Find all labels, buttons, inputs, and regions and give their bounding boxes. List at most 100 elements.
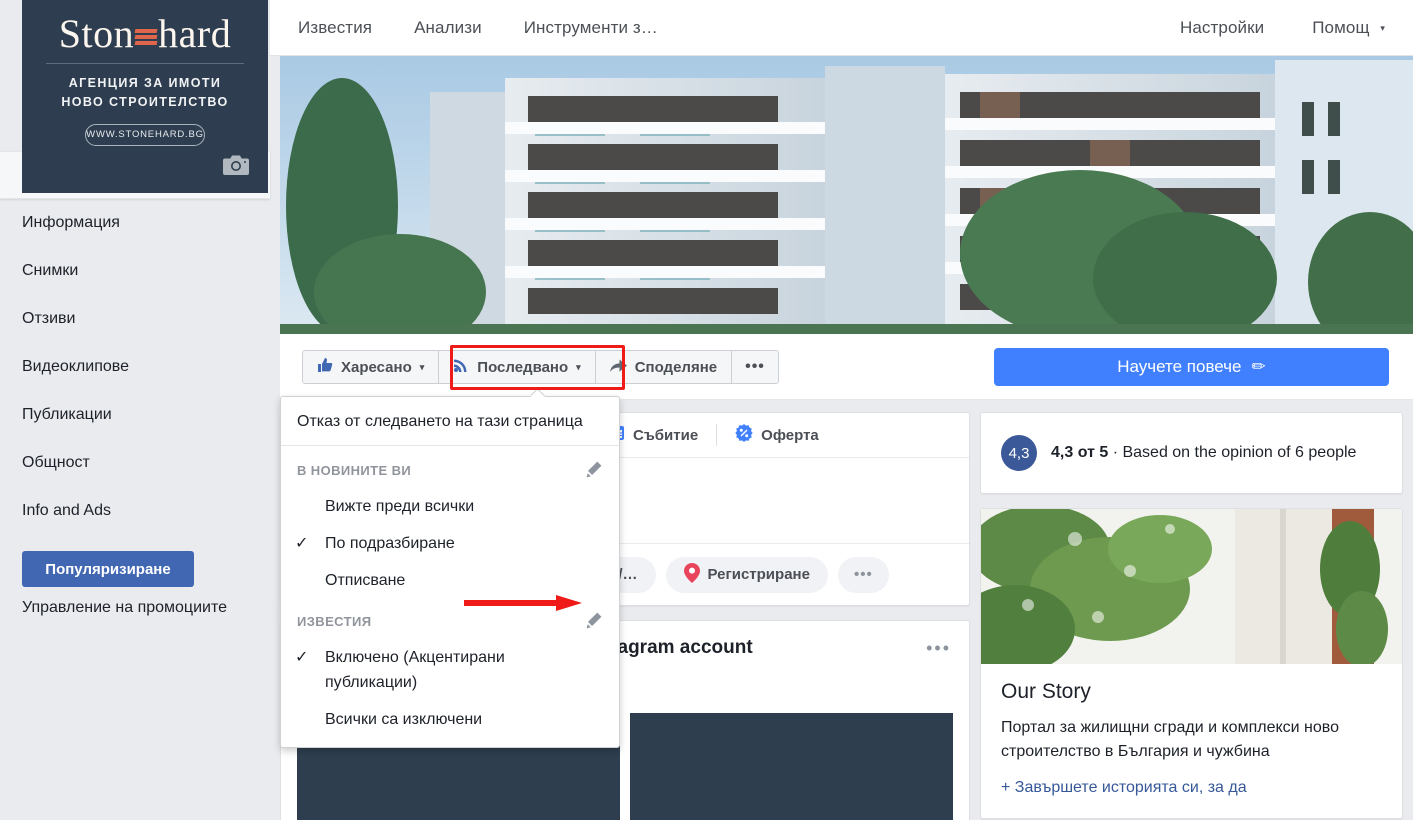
chevron-down-icon: ▾ xyxy=(419,361,425,372)
profile-picture[interactable]: Ston hard АГЕНЦИЯ ЗА ИМОТИ НОВО СТРОИТЕЛ… xyxy=(22,0,268,193)
logo-wordmark: Ston hard xyxy=(59,14,231,54)
top-nav-right-group: Настройки Помощ ▾ xyxy=(1180,18,1385,38)
option-default[interactable]: ✓ По подразбиране xyxy=(281,526,619,563)
logo-website-pill: WWW.STONEHARD.BG xyxy=(85,123,205,146)
manage-promotions-link[interactable]: Управление на промоциите xyxy=(22,599,248,617)
logo-website-label: WWW.STONEHARD.BG xyxy=(86,129,204,140)
page-root: Известия Анализи Инструменти з… Настройк… xyxy=(0,0,1413,820)
like-button-label: Харесано xyxy=(341,358,412,376)
nav-settings-label: Настройки xyxy=(1179,17,1265,37)
follow-button[interactable]: Последвано ▾ xyxy=(439,351,596,383)
option-default-label: По подразбиране xyxy=(325,534,455,552)
nav-insights-label: Анализи xyxy=(414,17,482,37)
dropdown-tip xyxy=(531,388,547,397)
top-nav-left-group: Известия Анализи Инструменти з… xyxy=(298,18,658,38)
our-story-text: Портал за жилищни сгради и комплекси нов… xyxy=(1001,719,1339,760)
rss-icon xyxy=(453,357,469,377)
option-unfollow[interactable]: Отписване xyxy=(281,563,619,600)
our-story-title: Our Story xyxy=(1001,680,1091,703)
our-story-complete-link[interactable]: + Завършете историята си, за да xyxy=(1001,776,1382,800)
option-see-first-label: Вижте преди всички xyxy=(325,498,475,515)
logo-tagline: АГЕНЦИЯ ЗА ИМОТИ НОВО СТРОИТЕЛСТВО xyxy=(22,74,268,112)
logo-bars-icon xyxy=(134,29,158,45)
option-see-first[interactable]: Вижте преди всички xyxy=(281,489,619,526)
composer-pill-checkin-label: Регистриране xyxy=(707,566,810,583)
rating-summary: 4,3 от 5 · Based on the opinion of 6 peo… xyxy=(1051,444,1356,462)
pencil-icon[interactable] xyxy=(585,611,603,632)
sidebar-item-label: Снимки xyxy=(22,262,79,279)
logo-tagline-line2: НОВО СТРОИТЕЛСТВО xyxy=(61,94,229,109)
sidebar-item-label: Общност xyxy=(22,454,90,471)
dropdown-divider xyxy=(281,445,619,446)
rating-badge: 4,3 xyxy=(1001,435,1037,471)
thumbs-up-icon xyxy=(317,357,333,377)
nav-help-label: Помощ xyxy=(1312,17,1370,37)
dropdown-section-notifications-title: ИЗВЕСТИЯ xyxy=(297,614,372,630)
sidebar-item-label: Отзиви xyxy=(22,310,76,327)
ellipsis-icon[interactable]: ••• xyxy=(926,638,951,659)
option-notifications-on[interactable]: ✓ Включено (Акцентирани публикации) xyxy=(281,640,619,702)
composer-pill-more-label: ••• xyxy=(853,566,873,583)
sidebar-item-about[interactable]: Информация xyxy=(0,199,270,247)
sidebar-item-label: Информация xyxy=(22,214,120,231)
sidebar-item-reviews[interactable]: Отзиви xyxy=(0,295,270,343)
learn-more-label: Научете повече xyxy=(1117,357,1242,376)
nav-insights[interactable]: Анализи xyxy=(414,18,482,38)
logo-word-right: hard xyxy=(158,11,232,56)
brand-logo: Ston hard xyxy=(22,0,268,54)
pencil-icon: ✏ xyxy=(1251,357,1266,376)
learn-more-button[interactable]: Научете повече ✏ xyxy=(994,348,1389,386)
pencil-icon[interactable] xyxy=(585,460,603,481)
instagram-thumbnail[interactable] xyxy=(630,713,953,820)
chevron-down-icon: ▾ xyxy=(576,361,581,372)
our-story-image-graphic xyxy=(981,509,1402,664)
nav-help[interactable]: Помощ ▾ xyxy=(1312,18,1385,38)
our-story-image[interactable] xyxy=(981,509,1402,664)
dropdown-section-newsfeed: В НОВИНИТЕ ВИ xyxy=(281,448,619,489)
composer-tab-offer-label: Оферта xyxy=(761,426,819,444)
follow-options-dropdown: Отказ от следването на тази страница В Н… xyxy=(280,396,620,748)
sidebar-item-posts[interactable]: Публикации xyxy=(0,391,270,439)
unfollow-page-option[interactable]: Отказ от следването на тази страница xyxy=(281,403,619,445)
our-story-body: Our Story Портал за жилищни сгради и ком… xyxy=(981,664,1402,818)
check-icon: ✓ xyxy=(295,649,309,667)
sidebar: Ston hard АГЕНЦИЯ ЗА ИМОТИ НОВО СТРОИТЕЛ… xyxy=(0,0,270,820)
option-notifications-off[interactable]: Всички са изключени xyxy=(281,702,619,739)
camera-icon[interactable] xyxy=(222,154,250,181)
sidebar-item-videos[interactable]: Видеоклипове xyxy=(0,343,270,391)
check-icon: ✓ xyxy=(295,534,309,552)
nav-notifications[interactable]: Известия xyxy=(298,18,372,38)
sidebar-item-label: Публикации xyxy=(22,406,112,423)
cover-photo[interactable] xyxy=(280,56,1413,334)
like-button[interactable]: Харесано ▾ xyxy=(303,351,440,383)
composer-tab-event-label: Събитие xyxy=(633,426,699,444)
share-arrow-icon xyxy=(609,358,627,377)
option-notifications-on-label: Включено (Акцентирани публикации) xyxy=(325,649,505,692)
sidebar-item-label: Видеоклипове xyxy=(22,358,129,375)
nav-notifications-label: Известия xyxy=(298,17,373,37)
composer-pill-checkin[interactable]: Регистриране xyxy=(665,556,828,593)
share-button[interactable]: Споделяне xyxy=(595,351,733,383)
sidebar-nav: Начало Информация Снимки Отзиви Видеокли… xyxy=(0,151,270,535)
sidebar-item-community[interactable]: Общност xyxy=(0,439,270,487)
sidebar-item-photos[interactable]: Снимки xyxy=(0,247,270,295)
chevron-down-icon: ▾ xyxy=(1380,22,1385,33)
composer-pill-more[interactable]: ••• xyxy=(837,556,889,593)
option-unfollow-label: Отписване xyxy=(325,571,406,589)
composer-tab-offer[interactable]: Оферта xyxy=(717,424,837,446)
rating-score: 4,3 от 5 xyxy=(1051,444,1109,461)
dropdown-section-notifications: ИЗВЕСТИЯ xyxy=(281,599,619,640)
nav-settings[interactable]: Настройки xyxy=(1180,18,1264,38)
sidebar-item-info-and-ads[interactable]: Info and Ads xyxy=(0,487,270,535)
logo-divider xyxy=(46,63,244,64)
rating-detail: Based on the opinion of 6 people xyxy=(1122,444,1357,461)
more-options-button[interactable]: ••• xyxy=(732,351,778,383)
top-navigation-bar: Известия Анализи Инструменти з… Настройк… xyxy=(270,0,1413,56)
location-pin-icon xyxy=(683,562,700,587)
page-action-bar: Харесано ▾ Последвано ▾ Споделяне ••• На… xyxy=(280,334,1413,400)
nav-tools[interactable]: Инструменти з… xyxy=(524,18,658,38)
right-sidebar-column: 4,3 4,3 от 5 · Based on the opinion of 6… xyxy=(980,412,1403,820)
dropdown-section-newsfeed-title: В НОВИНИТЕ ВИ xyxy=(297,463,412,478)
promote-button[interactable]: Популяризиране xyxy=(22,551,194,587)
logo-word-left: Ston xyxy=(58,11,135,56)
